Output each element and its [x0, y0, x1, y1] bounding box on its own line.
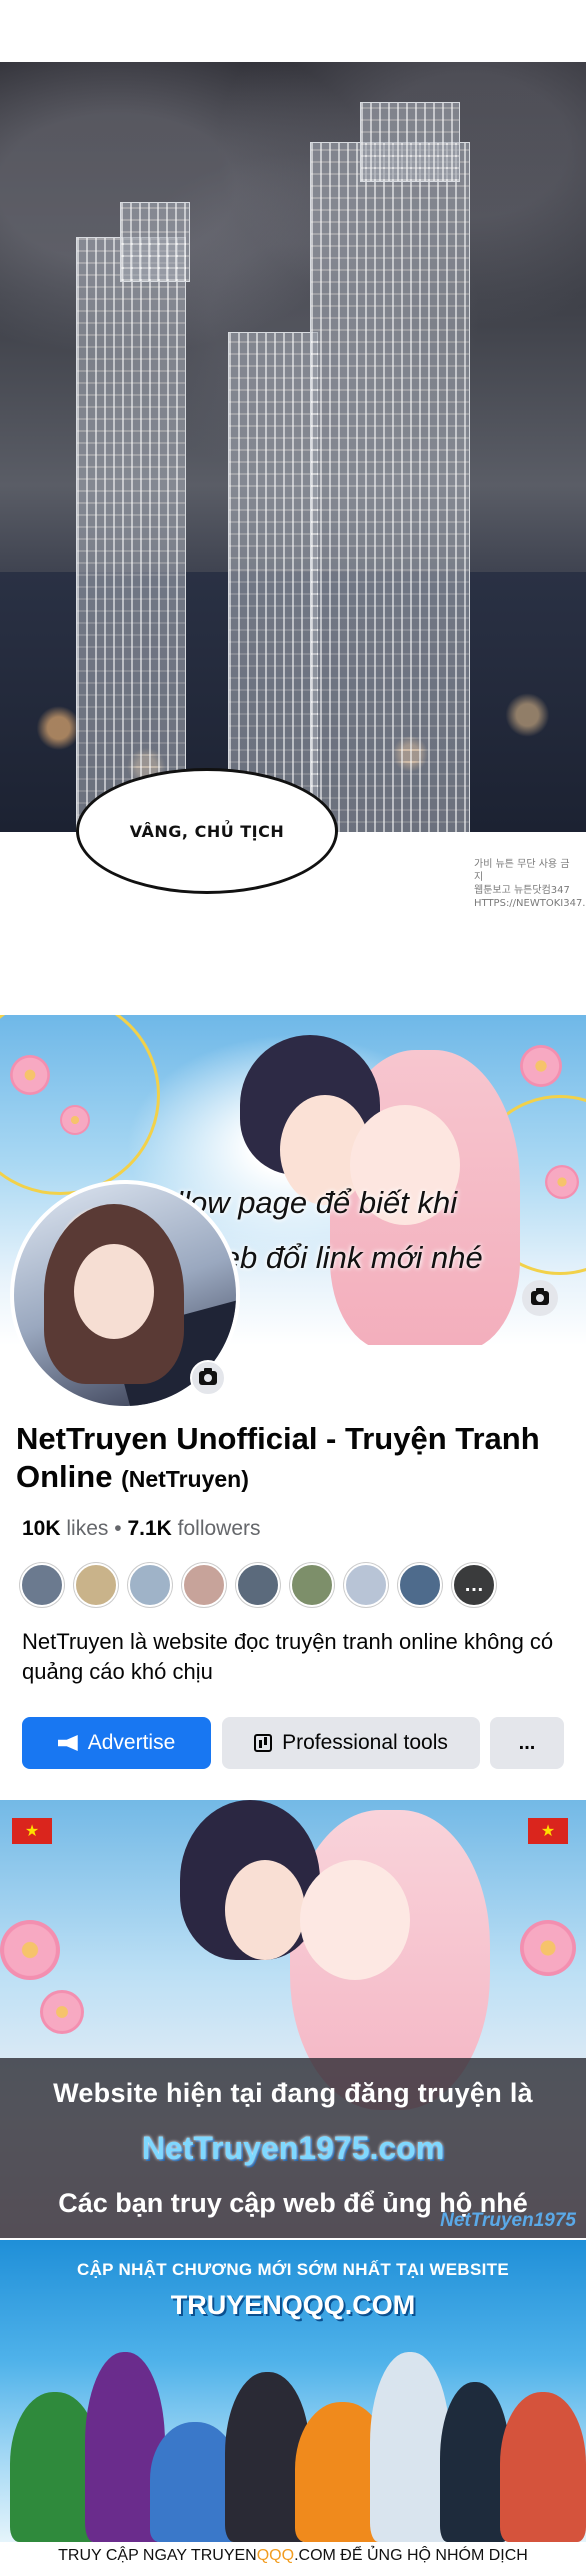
- follower-avatars: …: [20, 1563, 496, 1607]
- camera-icon: [531, 1288, 549, 1305]
- vietnam-flag-icon: ★: [12, 1818, 52, 1844]
- skyscraper-right: [310, 142, 470, 832]
- city-skyline-illustration: [0, 62, 586, 832]
- megaphone-icon: [57, 1735, 78, 1751]
- qq-url[interactable]: TRUYENQQQ.COM: [0, 2290, 586, 2321]
- banner-url[interactable]: NetTruyen1975.com: [0, 2130, 586, 2167]
- skyscraper-left-top: [120, 202, 190, 282]
- follower-avatar[interactable]: [344, 1563, 388, 1607]
- caption-after: .COM ĐỂ ỦNG HỘ NHÓM DỊCH: [294, 2547, 528, 2564]
- bar-chart-icon: [254, 1734, 273, 1752]
- followers-count: 7.1K: [127, 1517, 172, 1540]
- flower-decoration: [10, 1055, 50, 1095]
- follower-avatar[interactable]: [20, 1563, 64, 1607]
- follower-avatar[interactable]: [236, 1563, 280, 1607]
- edit-profile-camera-button[interactable]: [190, 1360, 226, 1396]
- nettruyen-banner[interactable]: ★ ★ Website hiện tại đang đăng truyện là…: [0, 1800, 586, 2238]
- skyscraper-middle: [228, 332, 318, 832]
- follower-avatar[interactable]: [182, 1563, 226, 1607]
- watermark-line: 가비 뉴튼 무단 사용 금지: [474, 859, 570, 883]
- manga-panel: VÂNG, CHỦ TỊCH 가비 뉴튼 무단 사용 금지 웹툰보고 뉴튼닷컴3…: [0, 0, 586, 1000]
- caption-highlight: QQQ: [256, 2547, 295, 2564]
- anime-character: [370, 2352, 450, 2542]
- follower-avatar[interactable]: [398, 1563, 442, 1607]
- edit-cover-camera-button[interactable]: [522, 1280, 558, 1316]
- speech-bubble-text: VÂNG, CHỦ TỊCH: [129, 821, 285, 841]
- advertise-label: Advertise: [87, 1731, 176, 1754]
- professional-tools-button[interactable]: Professional tools: [222, 1717, 480, 1769]
- flower-decoration: [40, 1990, 84, 2034]
- professional-tools-label: Professional tools: [282, 1731, 448, 1754]
- banner-line1: Website hiện tại đang đăng truyện là: [53, 2078, 533, 2108]
- page-name-text: NetTruyen Unofficial - Truyện Tranh Onli…: [16, 1421, 540, 1494]
- avatar-face: [74, 1244, 154, 1339]
- advertise-button[interactable]: Advertise: [22, 1717, 211, 1769]
- facebook-page-card: Follow page để biết khi nào web đổi link…: [0, 1015, 586, 1795]
- skyscraper-left: [76, 237, 186, 832]
- vietnam-flag-icon: ★: [528, 1818, 568, 1844]
- likes-count: 10K: [22, 1517, 61, 1540]
- watermark-line: 웹툰보고 뉴튼닷컴347: [474, 885, 570, 896]
- more-followers-icon[interactable]: …: [452, 1563, 496, 1607]
- page-handle: (NetTruyen): [121, 1466, 249, 1492]
- followers-label[interactable]: followers: [178, 1517, 261, 1540]
- follower-avatar[interactable]: [290, 1563, 334, 1607]
- qq-headline: CẬP NHẬT CHƯƠNG MỚI SỚM NHẤT TẠI WEBSITE: [77, 2260, 509, 2279]
- flower-decoration: [520, 1920, 576, 1976]
- likes-label[interactable]: likes: [66, 1517, 108, 1540]
- footer-caption: TRUY CẬP NGAY TRUYENQQQ.COM ĐỂ ỦNG HỘ NH…: [0, 2542, 586, 2572]
- skyscraper-right-top: [360, 102, 460, 182]
- girl-face: [300, 1860, 410, 1980]
- watermark-line: HTTPS://NEWTOKI347.COM: [474, 898, 586, 909]
- speech-bubble: VÂNG, CHỦ TỊCH: [76, 768, 338, 894]
- more-options-button[interactable]: ...: [490, 1717, 564, 1769]
- banner-watermark: NetTruyen1975: [440, 2210, 576, 2231]
- follower-avatar[interactable]: [128, 1563, 172, 1607]
- camera-icon: [199, 1368, 217, 1385]
- page-description: NetTruyen là website đọc truyện tranh on…: [22, 1629, 554, 1684]
- truyenqq-banner[interactable]: CẬP NHẬT CHƯƠNG MỚI SỚM NHẤT TẠI WEBSITE…: [0, 2240, 586, 2542]
- anime-character: [500, 2392, 586, 2542]
- flower-decoration: [60, 1105, 90, 1135]
- page-stats: 10K likes • 7.1K followers: [22, 1517, 261, 1541]
- scan-watermark: 가비 뉴튼 무단 사용 금지 웹툰보고 뉴튼닷컴347 HTTPS://NEWT…: [474, 858, 586, 910]
- boy-face: [225, 1860, 305, 1960]
- caption-before: TRUY CẬP NGAY TRUYEN: [58, 2547, 257, 2564]
- follower-avatar[interactable]: [74, 1563, 118, 1607]
- stats-separator: •: [114, 1517, 122, 1540]
- flower-decoration: [0, 1920, 60, 1980]
- page-title: NetTruyen Unofficial - Truyện Tranh Onli…: [16, 1420, 556, 1498]
